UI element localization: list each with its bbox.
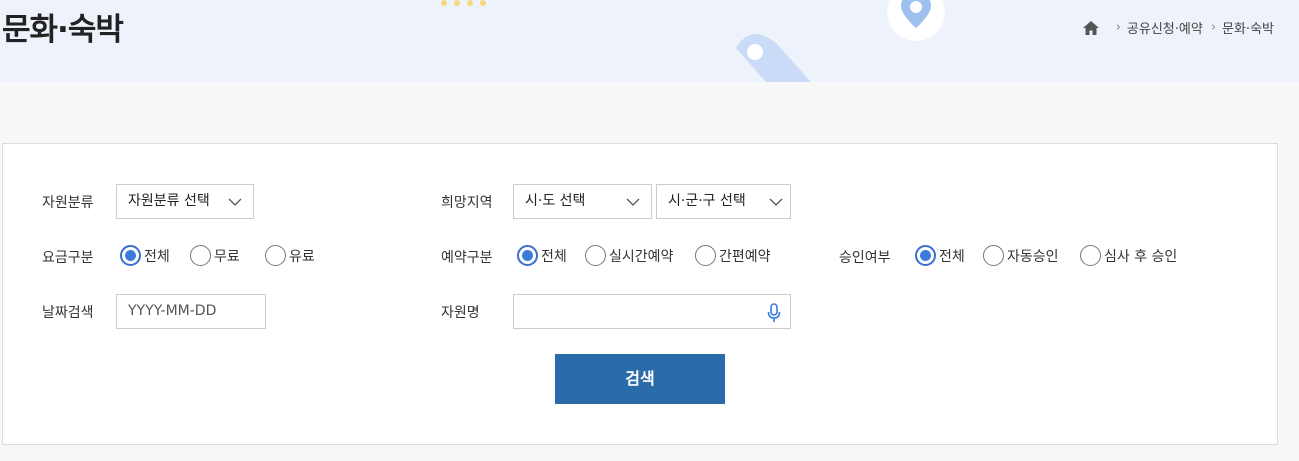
location-pin-icon <box>887 0 945 41</box>
province-value: 시·도 선택 <box>525 193 586 209</box>
district-select[interactable]: 시·군·구 선택 <box>656 184 791 219</box>
chevron-right-icon: › <box>1210 20 1217 35</box>
resource-type-value: 자원분류 선택 <box>128 193 210 209</box>
fee-radio-free[interactable]: 무료 <box>190 245 240 266</box>
chevron-down-icon <box>228 198 242 206</box>
approval-radio-review[interactable]: 심사 후 승인 <box>1080 245 1177 266</box>
breadcrumb-item-share[interactable]: 공유신청·예약 <box>1127 18 1203 37</box>
chevron-down-icon <box>769 198 783 206</box>
fee-radio-all[interactable]: 전체 <box>120 245 170 266</box>
search-panel: 자원분류 자원분류 선택 희망지역 시·도 선택 시·군·구 선택 요금구분 전… <box>2 143 1278 445</box>
radio-checked-icon <box>915 245 936 266</box>
approval-option-label: 전체 <box>939 248 965 265</box>
fee-label: 요금구분 <box>42 250 94 266</box>
resource-name-label: 자원명 <box>441 305 480 321</box>
decorative-dots <box>441 0 493 19</box>
microphone-icon[interactable] <box>767 303 781 323</box>
radio-icon <box>1080 245 1101 266</box>
breadcrumb-item-culture[interactable]: 문화·숙박 <box>1222 18 1274 37</box>
fee-radio-paid[interactable]: 유료 <box>265 245 315 266</box>
radio-icon <box>585 245 606 266</box>
reservation-option-label: 실시간예약 <box>609 248 674 265</box>
approval-radio-all[interactable]: 전체 <box>915 245 965 266</box>
home-icon[interactable] <box>1082 19 1100 37</box>
date-label: 날짜검색 <box>42 305 94 321</box>
approval-radio-auto[interactable]: 자동승인 <box>983 245 1059 266</box>
radio-icon <box>983 245 1004 266</box>
reservation-radio-all[interactable]: 전체 <box>517 245 567 266</box>
approval-option-label: 심사 후 승인 <box>1104 248 1178 265</box>
radio-checked-icon <box>517 245 538 266</box>
radio-icon <box>190 245 211 266</box>
fee-option-label: 전체 <box>144 248 170 265</box>
district-value: 시·군·구 선택 <box>668 193 746 209</box>
reservation-option-label: 전체 <box>541 248 567 265</box>
date-placeholder: YYYY-MM-DD <box>128 303 217 319</box>
page-title: 문화·숙박 <box>2 12 124 48</box>
reservation-radio-simple[interactable]: 간편예약 <box>695 245 771 266</box>
chevron-down-icon <box>626 198 640 206</box>
approval-option-label: 자동승인 <box>1007 248 1059 265</box>
radio-checked-icon <box>120 245 141 266</box>
reservation-radio-realtime[interactable]: 실시간예약 <box>585 245 673 266</box>
resource-type-label: 자원분류 <box>42 195 94 211</box>
resource-type-select[interactable]: 자원분류 선택 <box>116 184 254 219</box>
decorative-blob <box>736 34 811 82</box>
fee-option-label: 유료 <box>289 248 315 265</box>
resource-name-input[interactable] <box>513 294 791 329</box>
approval-label: 승인여부 <box>839 250 891 266</box>
chevron-right-icon: › <box>1115 20 1121 35</box>
fee-option-label: 무료 <box>214 248 240 265</box>
radio-icon <box>695 245 716 266</box>
reservation-label: 예약구분 <box>441 250 493 266</box>
region-label: 희망지역 <box>441 195 493 211</box>
date-input[interactable]: YYYY-MM-DD <box>116 294 266 329</box>
page-banner: 문화·숙박 › 공유신청·예약 › 문화·숙박 <box>0 0 1299 82</box>
breadcrumb: › 공유신청·예약 › 문화·숙박 <box>1082 18 1274 37</box>
radio-icon <box>265 245 286 266</box>
reservation-option-label: 간편예약 <box>719 248 771 265</box>
province-select[interactable]: 시·도 선택 <box>513 184 652 219</box>
search-button[interactable]: 검색 <box>555 354 725 404</box>
